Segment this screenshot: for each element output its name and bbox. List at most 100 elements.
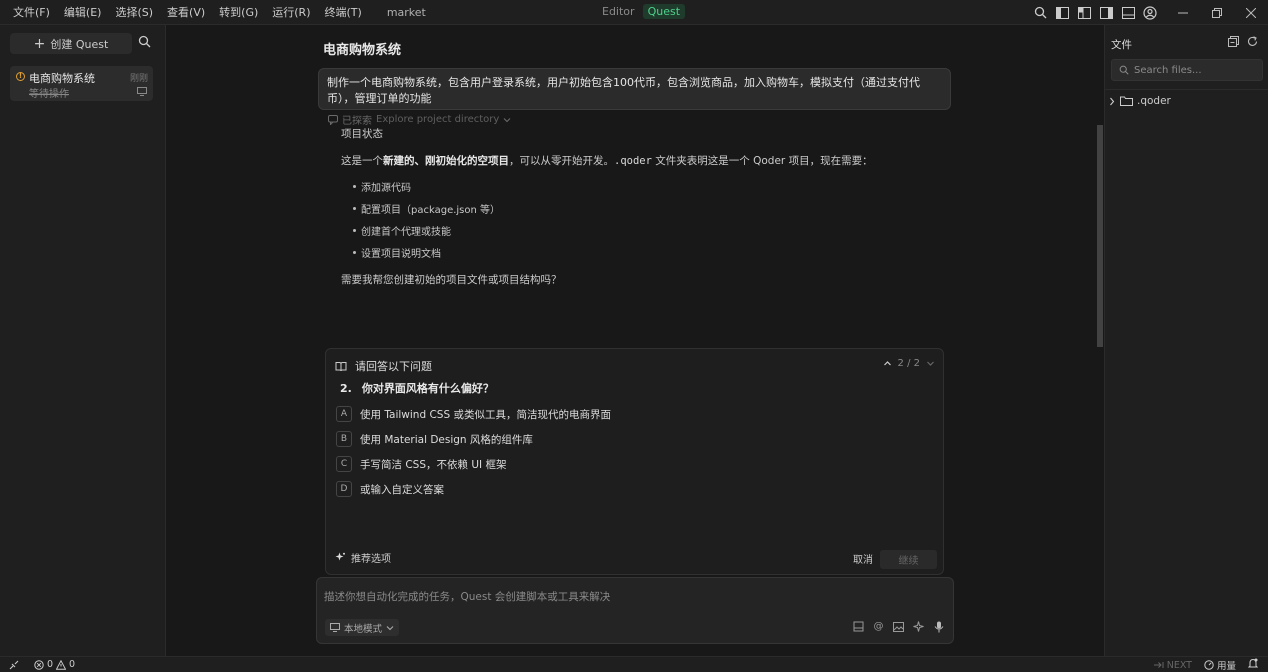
- question-number: 2.: [340, 382, 352, 395]
- list-item: 配置项目（package.json 等）: [353, 201, 901, 216]
- toggle-panel-icon[interactable]: [1120, 5, 1136, 21]
- menu-terminal[interactable]: 终端(T): [318, 0, 369, 25]
- create-quest-label: 创建 Quest: [50, 37, 109, 51]
- usage-indicator[interactable]: 用量: [1204, 658, 1236, 672]
- option-c[interactable]: C 手写简洁 CSS，不依赖 UI 框架: [336, 455, 611, 473]
- sparkle-icon[interactable]: [912, 620, 925, 633]
- chevron-down-icon: [503, 117, 511, 122]
- mode-toggle: Editor Quest: [598, 4, 686, 19]
- toggle-secondary-sidebar-icon[interactable]: [1098, 5, 1114, 21]
- mode-select[interactable]: 本地模式: [325, 619, 400, 636]
- collapse-all-icon[interactable]: [1228, 36, 1239, 47]
- mention-icon[interactable]: @: [872, 620, 885, 633]
- option-text: 或输入自定义答案: [360, 483, 444, 496]
- remote-icon[interactable]: [0, 657, 28, 672]
- question-card-header: 请回答以下问题: [335, 358, 432, 374]
- search-icon[interactable]: [138, 35, 154, 51]
- menu-edit[interactable]: 编辑(E): [57, 0, 109, 25]
- title-icons: [1032, 0, 1158, 25]
- mode-editor-tab[interactable]: Editor: [598, 4, 639, 19]
- account-icon[interactable]: [1142, 5, 1158, 21]
- mode-select-label: 本地模式: [344, 623, 383, 635]
- files-search-input[interactable]: Search files...: [1111, 59, 1263, 81]
- context-icon[interactable]: [852, 620, 865, 633]
- menu-view[interactable]: 查看(V): [160, 0, 212, 25]
- close-icon[interactable]: [1234, 0, 1268, 25]
- folder-name: .qoder: [1137, 95, 1171, 107]
- chevron-up-icon[interactable]: [883, 359, 892, 368]
- create-quest-button[interactable]: + 创建 Quest: [10, 33, 132, 54]
- para-mid: ，可以从零开始开发。: [509, 155, 614, 167]
- menu-go[interactable]: 转到(G): [212, 0, 265, 25]
- microphone-icon[interactable]: [932, 620, 945, 633]
- chevron-down-icon[interactable]: [926, 359, 935, 368]
- explore-label: Explore project directory: [376, 114, 500, 125]
- explore-step[interactable]: 已探索 Explore project directory: [328, 112, 511, 127]
- warning-count: 0: [69, 659, 76, 670]
- menu-selection[interactable]: 选择(S): [108, 0, 160, 25]
- answer-paragraph: 这是一个新建的、刚初始化的空项目，可以从零开始开发。.qoder 文件夹表明这是…: [341, 153, 901, 169]
- input-tools: @: [852, 620, 945, 633]
- menu-bar: 文件(F) 编辑(E) 选择(S) 查看(V) 转到(G) 运行(R) 终端(T…: [0, 0, 426, 25]
- image-icon[interactable]: [892, 620, 905, 633]
- para-suffix: 文件夹表明这是一个 Qoder 项目，现在需要：: [651, 155, 873, 167]
- monitor-icon: [137, 86, 147, 96]
- restore-icon[interactable]: [1200, 0, 1234, 25]
- menu-file[interactable]: 文件(F): [6, 0, 57, 25]
- cancel-button[interactable]: 取消: [853, 551, 873, 566]
- mode-quest-tab[interactable]: Quest: [642, 4, 686, 19]
- option-letter: D: [336, 481, 352, 497]
- recommend-button[interactable]: 推荐选项: [335, 550, 391, 565]
- question-card-title: 请回答以下问题: [355, 360, 432, 373]
- menu-run[interactable]: 运行(R): [265, 0, 317, 25]
- status-bar: 0 0 NEXT 用量: [0, 656, 1268, 672]
- question-pager: 2 / 2: [883, 358, 935, 369]
- problems-indicator[interactable]: 0 0: [34, 659, 75, 670]
- quest-main: 电商购物系统 制作一个电商购物系统，包含用户登录系统，用户初始包含100代币，包…: [167, 25, 1103, 656]
- quest-status: 等待操作: [29, 89, 69, 100]
- chat-icon: [328, 114, 338, 125]
- option-letter: B: [336, 431, 352, 447]
- continue-button[interactable]: 继续: [880, 550, 937, 569]
- page-title: 电商购物系统: [323, 43, 402, 58]
- search-icon[interactable]: [1032, 5, 1048, 21]
- notifications-icon[interactable]: [1247, 658, 1259, 672]
- files-actions: [1228, 36, 1258, 47]
- scrollbar[interactable]: [1097, 125, 1103, 347]
- question-text: 2. 你对界面风格有什么偏好？: [340, 380, 494, 396]
- prompt-input-box[interactable]: 描述你想自动化完成的任务，Quest 会创建脚本或工具来解决 本地模式 @: [316, 577, 954, 644]
- warning-icon: !: [16, 72, 25, 81]
- minimize-icon[interactable]: [1166, 0, 1200, 25]
- chevron-right-icon: [1110, 97, 1115, 105]
- option-d[interactable]: D 或输入自定义答案: [336, 480, 611, 498]
- monitor-icon: [330, 623, 340, 632]
- list-item: 设置项目说明文档: [353, 245, 901, 260]
- files-sidebar: 文件 Search files... .qoder: [1104, 25, 1268, 656]
- list-item: 添加源代码: [353, 179, 901, 194]
- option-a[interactable]: A 使用 Tailwind CSS 或类似工具，简洁现代的电商界面: [336, 405, 611, 423]
- divider: [1105, 89, 1268, 90]
- answer-list: 添加源代码 配置项目（package.json 等） 创建首个代理或技能 设置项…: [353, 179, 901, 260]
- layout-icon[interactable]: [1076, 5, 1092, 21]
- refresh-icon[interactable]: [1247, 36, 1258, 47]
- toggle-primary-sidebar-icon[interactable]: [1054, 5, 1070, 21]
- files-search-placeholder: Search files...: [1134, 64, 1202, 76]
- option-text: 手写简洁 CSS，不依赖 UI 框架: [360, 458, 507, 471]
- project-name: market: [386, 5, 426, 19]
- assistant-answer: 项目状态 这是一个新建的、刚初始化的空项目，可以从零开始开发。.qoder 文件…: [341, 126, 901, 287]
- para-bold: 新建的、刚初始化的空项目: [383, 155, 509, 167]
- gauge-icon: [1204, 660, 1214, 670]
- tree-folder-qoder[interactable]: .qoder: [1108, 95, 1171, 107]
- quest-list-item[interactable]: ! 电商购物系统 刚刚 等待操作: [10, 66, 153, 101]
- search-icon: [1119, 65, 1129, 75]
- para-prefix: 这是一个: [341, 155, 383, 167]
- prompt-placeholder[interactable]: 描述你想自动化完成的任务，Quest 会创建脚本或工具来解决: [324, 589, 610, 604]
- book-icon: [335, 361, 347, 371]
- list-item: 创建首个代理或技能: [353, 223, 901, 238]
- next-edit-indicator[interactable]: NEXT: [1153, 660, 1192, 671]
- usage-label: 用量: [1216, 661, 1236, 672]
- quest-title: 电商购物系统: [29, 72, 95, 85]
- quest-time: 刚刚: [129, 74, 148, 84]
- quest-sidebar: + 创建 Quest ! 电商购物系统 刚刚 等待操作: [0, 25, 166, 656]
- option-b[interactable]: B 使用 Material Design 风格的组件库: [336, 430, 611, 448]
